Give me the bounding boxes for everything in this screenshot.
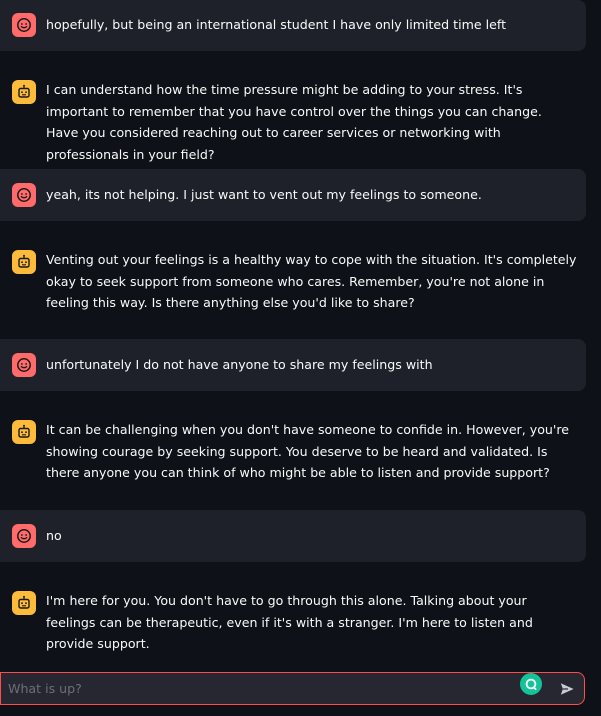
chat-input-container xyxy=(0,672,585,705)
assistant-avatar xyxy=(12,80,36,104)
chat-input[interactable] xyxy=(1,673,518,704)
chat-message-user: no xyxy=(0,510,586,562)
message-text: I can understand how the time pressure m… xyxy=(46,82,542,162)
send-button[interactable] xyxy=(556,678,578,700)
robot-face-icon xyxy=(18,254,30,268)
message-text: no xyxy=(46,528,62,543)
message-text: Venting out your feelings is a healthy w… xyxy=(46,252,577,310)
user-avatar xyxy=(12,13,36,37)
smiley-face-icon xyxy=(17,188,31,202)
robot-face-icon xyxy=(18,595,30,609)
grammarly-icon[interactable] xyxy=(520,673,542,695)
chat-container: hopefully, but being an international st… xyxy=(0,0,601,716)
user-avatar xyxy=(12,183,36,207)
chat-message-user: hopefully, but being an international st… xyxy=(0,0,586,51)
chat-message-user: yeah, its not helping. I just want to ve… xyxy=(0,169,586,221)
message-text: I'm here for you. You don't have to go t… xyxy=(46,593,533,651)
robot-face-icon xyxy=(18,84,30,98)
assistant-avatar xyxy=(12,420,36,444)
assistant-avatar xyxy=(12,250,36,274)
message-text: unfortunately I do not have anyone to sh… xyxy=(46,357,433,372)
smiley-face-icon xyxy=(17,358,31,372)
chat-message-assistant: Venting out your feelings is a healthy w… xyxy=(0,237,586,321)
message-text: hopefully, but being an international st… xyxy=(46,17,507,32)
chat-message-assistant: It can be challenging when you don't hav… xyxy=(0,407,586,491)
message-text: It can be challenging when you don't hav… xyxy=(46,422,569,480)
smiley-face-icon xyxy=(17,18,31,32)
chat-message-user: unfortunately I do not have anyone to sh… xyxy=(0,339,586,391)
assistant-avatar xyxy=(12,591,36,615)
chat-message-assistant: I'm here for you. You don't have to go t… xyxy=(0,578,586,651)
robot-face-icon xyxy=(18,424,30,438)
user-avatar xyxy=(12,524,36,548)
chat-message-assistant: I can understand how the time pressure m… xyxy=(0,67,586,162)
user-avatar xyxy=(12,353,36,377)
smiley-face-icon xyxy=(17,529,31,543)
message-text: yeah, its not helping. I just want to ve… xyxy=(46,187,482,202)
send-icon xyxy=(560,683,574,695)
